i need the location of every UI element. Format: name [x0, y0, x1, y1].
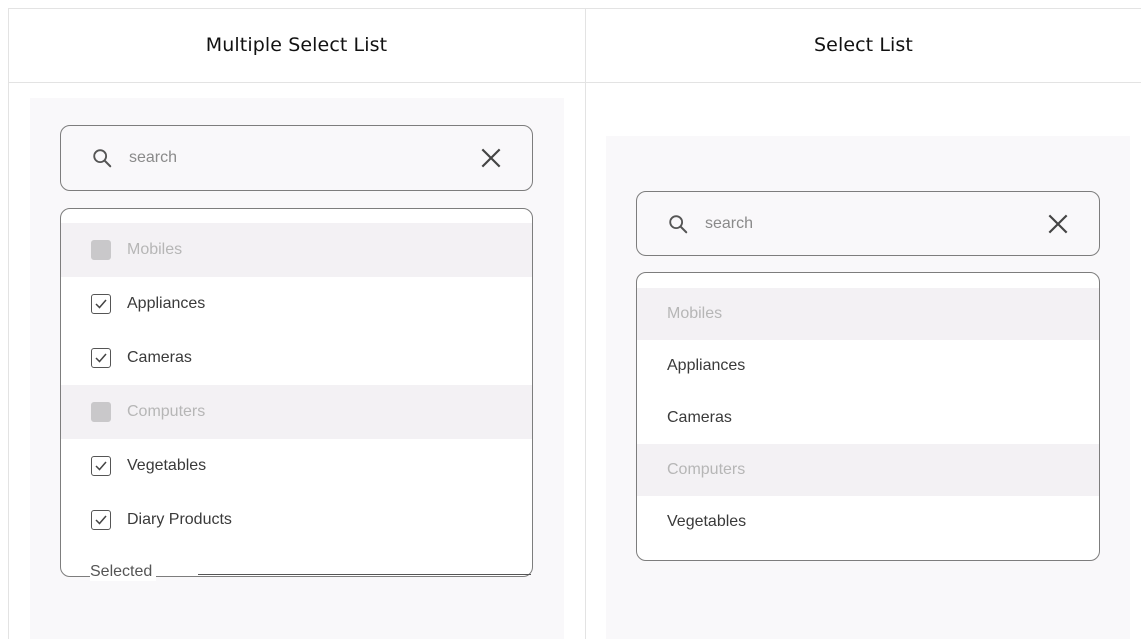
checkbox-checked[interactable]	[91, 348, 111, 368]
single-select-list: Mobiles Appliances Cameras Computers Veg…	[636, 272, 1100, 561]
list-item-appliances[interactable]: Appliances	[61, 277, 532, 331]
checkbox-checked[interactable]	[91, 294, 111, 314]
list-item-computers: Computers	[637, 444, 1099, 496]
multi-select-search-field[interactable]: search	[60, 125, 533, 191]
list-item-label: Computers	[667, 461, 746, 478]
checkbox-checked[interactable]	[91, 456, 111, 476]
list-item-label: Computers	[127, 403, 206, 420]
list-item-computers: Computers	[61, 385, 532, 439]
close-icon[interactable]	[478, 145, 504, 171]
list-item-label: Appliances	[127, 295, 206, 312]
selected-divider	[198, 574, 531, 575]
list-item-vegetables[interactable]: Vegetables	[637, 496, 1099, 548]
search-icon	[93, 149, 112, 168]
search-placeholder[interactable]: search	[129, 149, 177, 167]
list-item-appliances[interactable]: Appliances	[637, 340, 1099, 392]
column-header-select-list: Select List	[814, 34, 913, 56]
column-divider	[585, 8, 586, 639]
single-select-search-field[interactable]: search	[636, 191, 1100, 256]
header-divider	[8, 82, 1141, 83]
list-item-label: Cameras	[127, 349, 192, 366]
checkbox-checked[interactable]	[91, 510, 111, 530]
list-item-diary-products[interactable]: Diary Products	[61, 493, 532, 547]
list-item-label: Cameras	[667, 409, 732, 426]
list-item-cameras[interactable]: Cameras	[637, 392, 1099, 444]
list-item-label: Vegetables	[127, 457, 207, 474]
list-item-label: Mobiles	[667, 305, 723, 322]
list-item-label: Mobiles	[127, 241, 183, 258]
column-header-multiple-select: Multiple Select List	[205, 34, 388, 56]
list-item-cameras[interactable]: Cameras	[61, 331, 532, 385]
selected-section-label: Selected	[90, 563, 157, 581]
list-item-label: Vegetables	[667, 513, 747, 530]
list-item-mobiles: Mobiles	[61, 223, 532, 277]
close-icon[interactable]	[1045, 211, 1071, 237]
search-icon	[669, 214, 688, 233]
search-placeholder[interactable]: search	[705, 215, 753, 233]
list-item-label: Appliances	[667, 357, 746, 374]
list-item-vegetables[interactable]: Vegetables	[61, 439, 532, 493]
list-item-label: Diary Products	[127, 511, 232, 528]
checkbox-disabled	[91, 240, 111, 260]
multi-select-list: Mobiles Appliances Cameras Computers Veg…	[60, 208, 533, 577]
list-item-mobiles: Mobiles	[637, 288, 1099, 340]
checkbox-disabled	[91, 402, 111, 422]
